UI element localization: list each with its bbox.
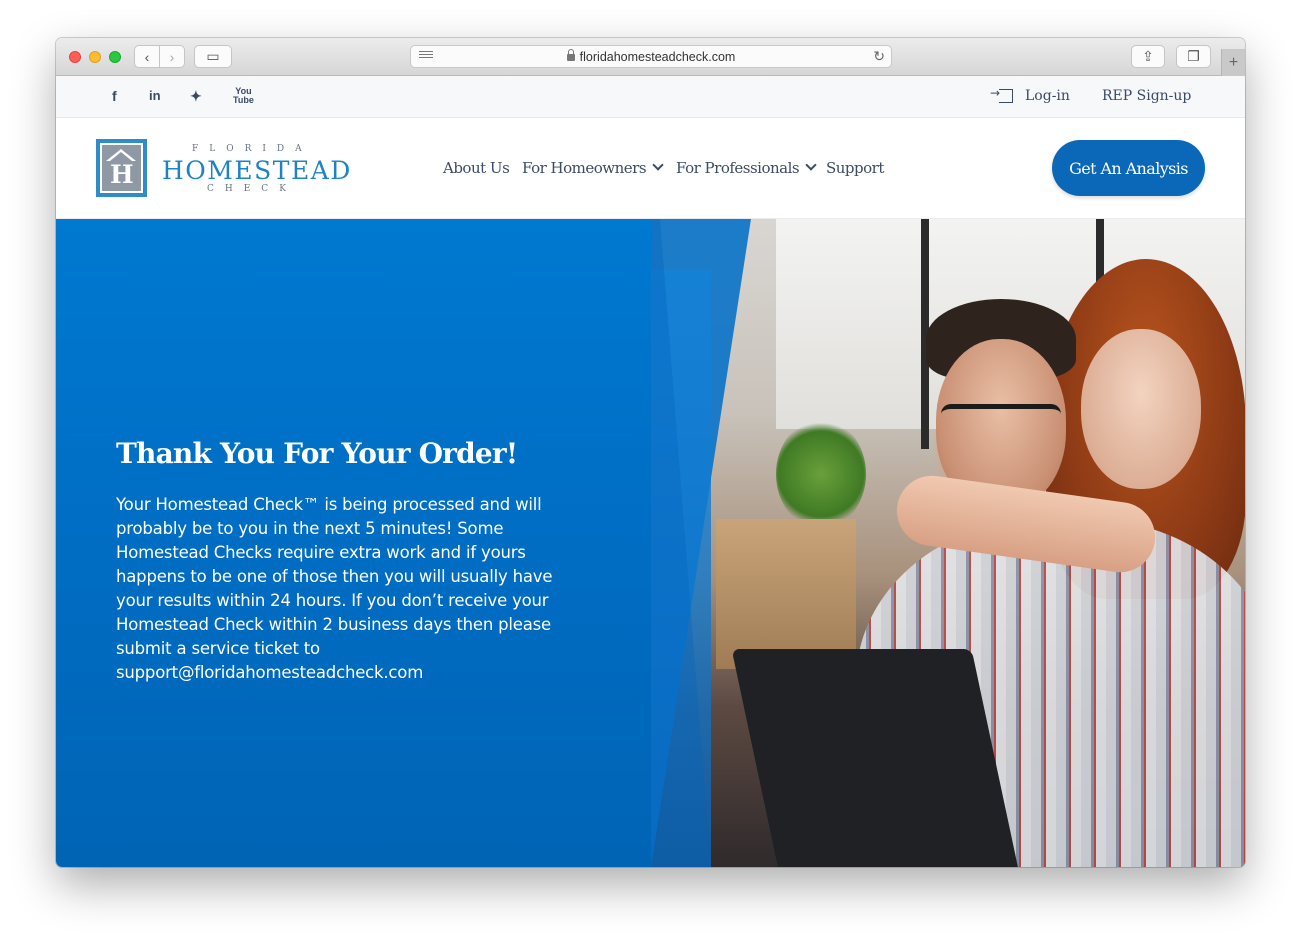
login-icon (990, 86, 1013, 103)
photo-plant (776, 419, 866, 529)
zoom-window-button[interactable] (109, 51, 121, 63)
lock-icon (566, 49, 575, 61)
back-button[interactable]: ‹ (134, 45, 160, 68)
logo-text-main[interactable]: HOMESTEAD (162, 156, 352, 185)
forward-button[interactable]: › (159, 45, 185, 68)
url-text: floridahomesteadcheck.com (579, 49, 736, 64)
logo-text-bottom: CHECK (207, 184, 297, 194)
photo-laptop (731, 649, 1021, 867)
chevron-down-icon (652, 159, 664, 171)
logo-icon[interactable]: H (96, 139, 147, 197)
chevron-left-icon: ‹ (144, 48, 150, 65)
sidebar-toggle-button[interactable]: ▭ (194, 45, 232, 68)
share-button[interactable]: ⇪ (1131, 45, 1165, 68)
login-label: Log-in (1025, 88, 1070, 104)
get-an-analysis-button[interactable]: Get An Analysis (1052, 140, 1205, 196)
sidebar-icon: ▭ (206, 48, 220, 64)
share-icon: ⇪ (1142, 48, 1154, 64)
tabs-icon: ❐ (1187, 48, 1200, 64)
facebook-icon[interactable]: f (112, 88, 117, 104)
hero-section: Thank You For Your Order! Your Homestead… (56, 219, 1245, 867)
minimize-window-button[interactable] (89, 51, 101, 63)
reader-icon[interactable] (419, 51, 433, 62)
hero-body: Your Homestead Check™ is being processed… (116, 495, 553, 682)
hero-title: Thank You For Your Order! (116, 437, 518, 470)
chevron-down-icon (805, 159, 817, 171)
browser-window: ‹ › ▭ floridahomesteadcheck.com ↻ ⇪ ❐ + … (56, 38, 1245, 867)
nav-for-professionals-label: For Professionals (676, 159, 800, 177)
logo-text-top: FLORIDA (192, 144, 313, 154)
nav-for-homeowners[interactable]: For Homeowners (522, 159, 664, 177)
youtube-icon[interactable]: You Tube (233, 87, 254, 105)
nav-for-homeowners-label: For Homeowners (522, 159, 647, 177)
plus-icon: + (1228, 53, 1239, 71)
chevron-right-icon: › (169, 48, 175, 65)
photo-woman-face (1081, 329, 1201, 489)
photo-glasses (941, 404, 1061, 434)
linkedin-icon[interactable]: in (149, 88, 161, 103)
browser-toolbar: ‹ › ▭ floridahomesteadcheck.com ↻ ⇪ ❐ + (56, 38, 1245, 76)
page: f in ✦ YouTube Log-in REP Sign-up H FLOR… (56, 76, 1245, 867)
close-window-button[interactable] (69, 51, 81, 63)
site-header: H FLORIDA HOMESTEAD CHECK About Us For H… (56, 118, 1245, 219)
new-tab-button[interactable]: + (1221, 49, 1245, 76)
tab-overview-button[interactable]: ❐ (1176, 45, 1211, 68)
reload-icon[interactable]: ↻ (873, 48, 885, 65)
nav-support[interactable]: Support (826, 159, 884, 177)
nav-for-professionals[interactable]: For Professionals (676, 159, 817, 177)
nav-about-us[interactable]: About Us (443, 159, 510, 177)
rep-signup-link[interactable]: REP Sign-up (1102, 88, 1191, 104)
login-link[interactable]: Log-in (990, 86, 1070, 104)
address-bar[interactable]: floridahomesteadcheck.com ↻ (410, 45, 892, 68)
utility-bar: f in ✦ YouTube Log-in REP Sign-up (56, 76, 1245, 118)
twitter-icon[interactable]: ✦ (190, 88, 202, 105)
house-icon: H (100, 143, 143, 193)
